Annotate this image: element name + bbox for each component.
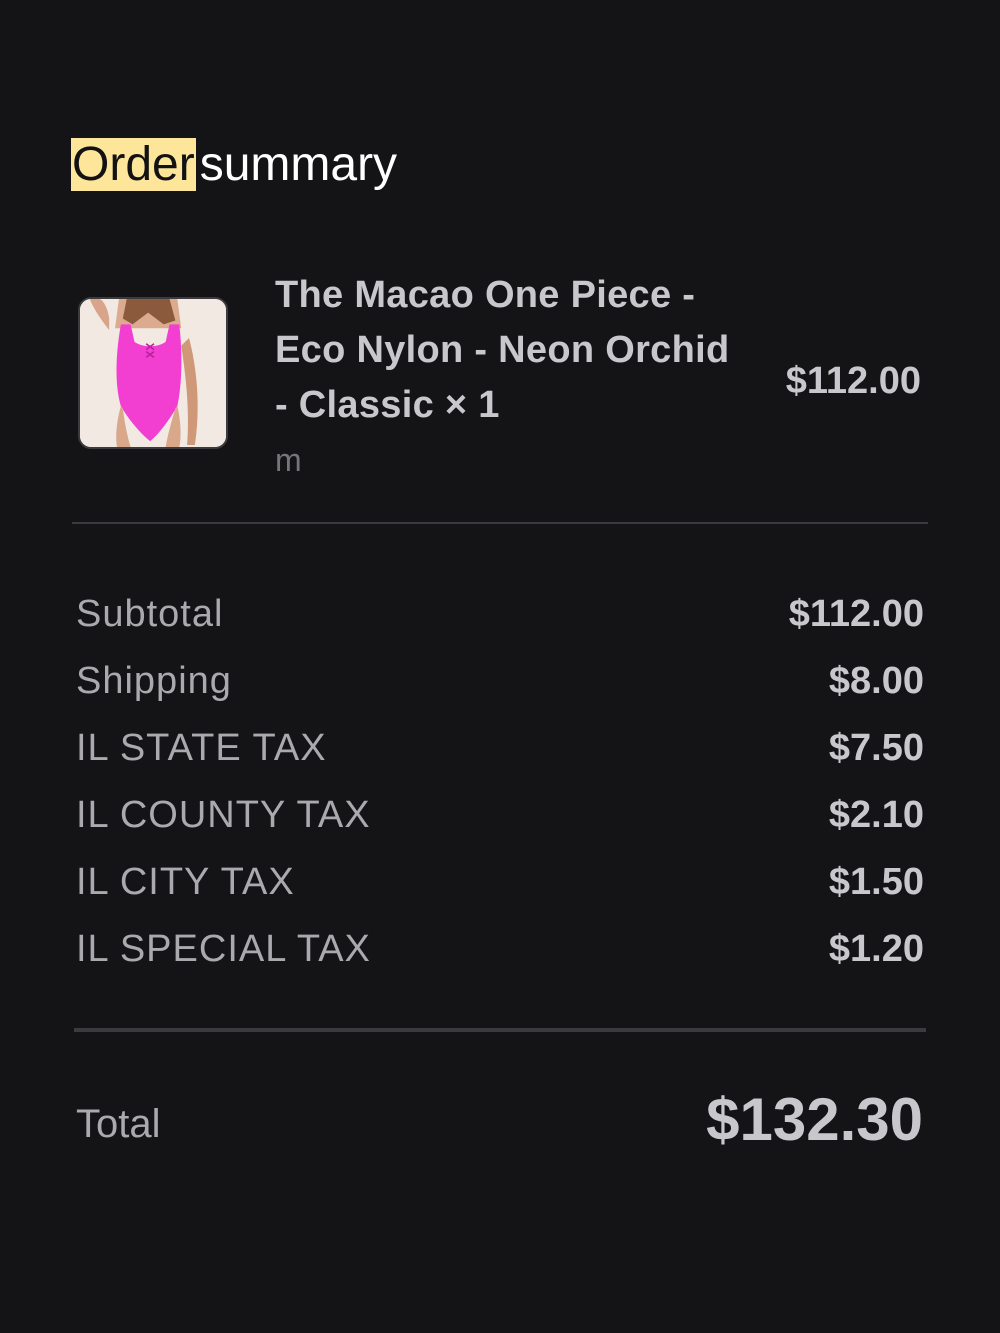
row-label: Subtotal — [76, 593, 224, 635]
row-label: IL SPECIAL TAX — [76, 928, 371, 970]
subtotal-row: Subtotal $112.00 — [76, 581, 924, 648]
order-summary-title: Order summary — [71, 128, 398, 202]
product-price: $112.00 — [785, 360, 921, 402]
divider — [72, 522, 928, 524]
title-highlight-word: Order — [71, 138, 196, 191]
cost-breakdown: Subtotal $112.00 Shipping $8.00 IL STATE… — [76, 581, 924, 983]
state-tax-row: IL STATE TAX $7.50 — [76, 715, 924, 782]
row-value: $8.00 — [828, 660, 924, 702]
row-label: IL STATE TAX — [76, 727, 327, 769]
row-label: Shipping — [76, 660, 232, 702]
row-label: IL CITY TAX — [76, 861, 295, 903]
product-variant: m — [275, 442, 302, 478]
product-image — [78, 297, 228, 449]
row-value: $1.50 — [828, 861, 924, 903]
special-tax-row: IL SPECIAL TAX $1.20 — [76, 916, 924, 983]
title-rest-word: summary — [199, 138, 398, 191]
divider — [74, 1028, 926, 1032]
row-value: $7.50 — [828, 727, 924, 769]
row-value: $1.20 — [828, 928, 924, 970]
swimsuit-product-image — [80, 299, 226, 447]
city-tax-row: IL CITY TAX $1.50 — [76, 849, 924, 916]
shipping-row: Shipping $8.00 — [76, 648, 924, 715]
row-value: $112.00 — [788, 593, 924, 635]
total-value: $132.30 — [706, 1086, 923, 1153]
product-name: The Macao One Piece - Eco Nylon - Neon O… — [275, 274, 730, 426]
row-value: $2.10 — [828, 794, 924, 836]
county-tax-row: IL COUNTY TAX $2.10 — [76, 782, 924, 849]
row-label: IL COUNTY TAX — [76, 794, 371, 836]
total-label: Total — [76, 1102, 161, 1146]
